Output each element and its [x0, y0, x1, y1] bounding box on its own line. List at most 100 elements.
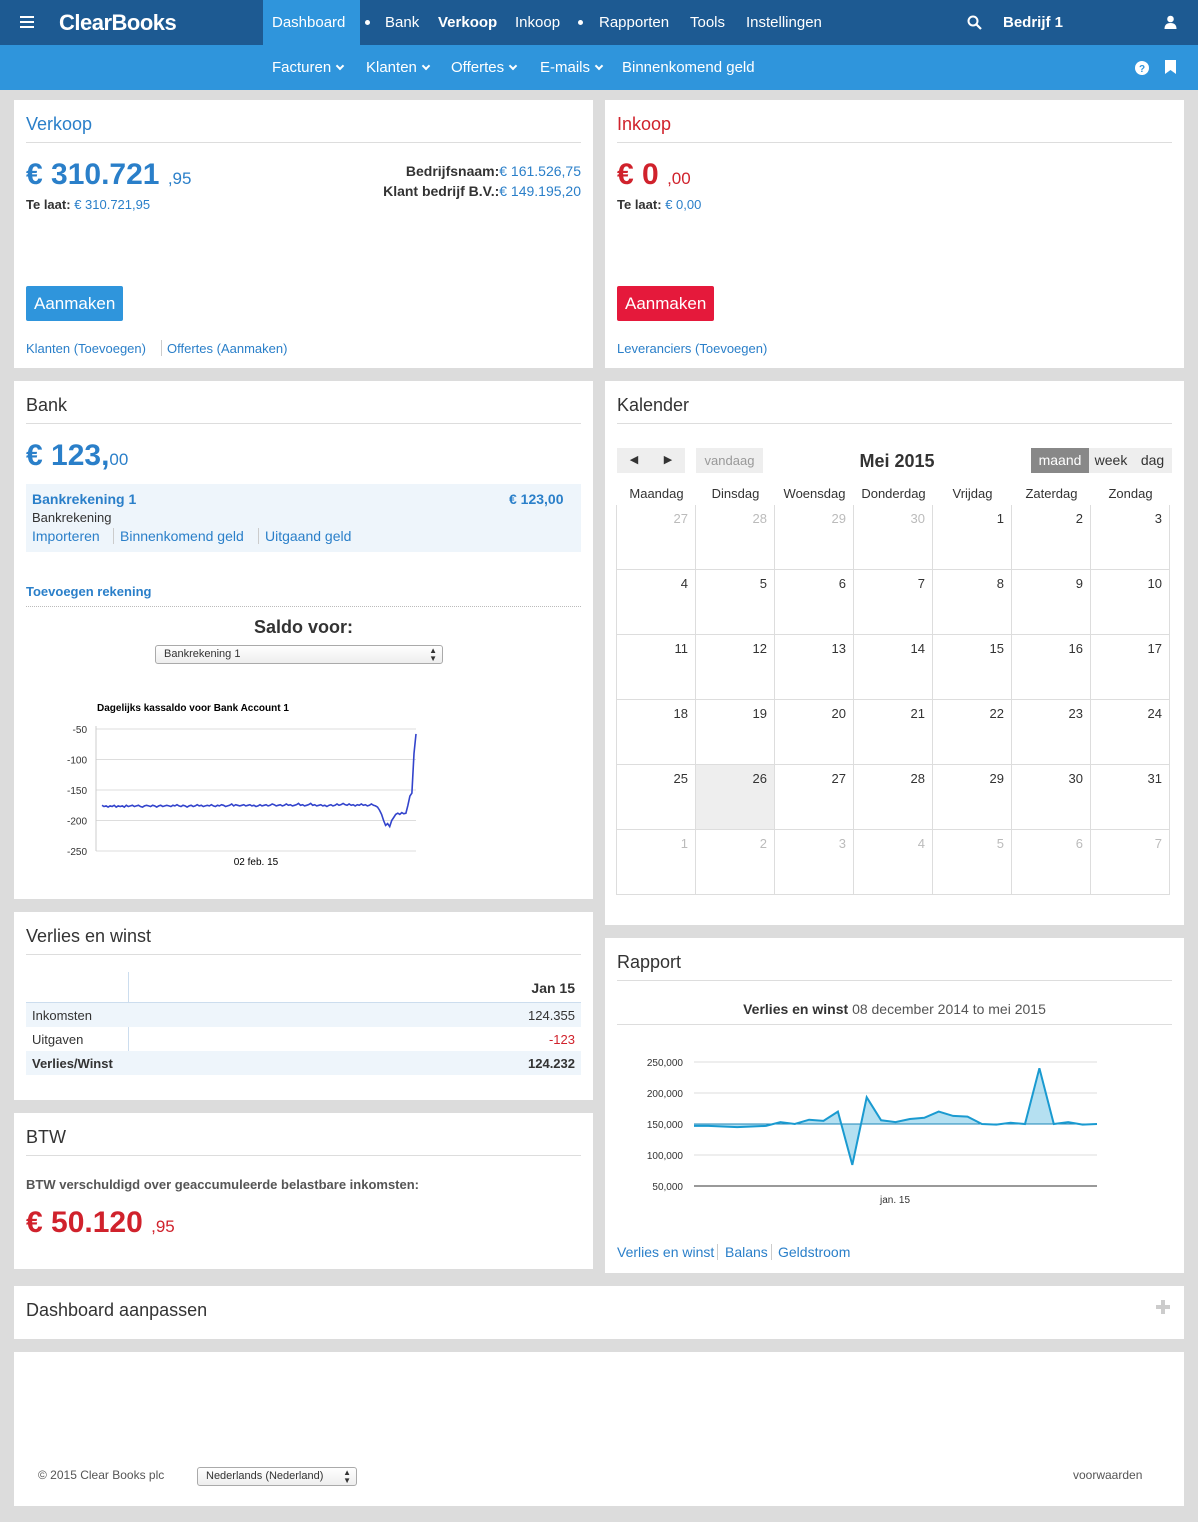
day-number: 8 — [996, 576, 1004, 591]
calendar-day[interactable]: 2 — [696, 830, 775, 895]
search-icon[interactable] — [967, 15, 982, 30]
report-link-balans[interactable]: Balans — [725, 1244, 768, 1260]
calendar-day[interactable]: 22 — [933, 700, 1012, 765]
table-row — [26, 1003, 581, 1027]
import-link[interactable]: Importeren — [32, 528, 100, 544]
outgoing-money-link[interactable]: Uitgaand geld — [265, 528, 351, 544]
nav-item-tools[interactable]: Tools — [690, 0, 725, 45]
calendar-day[interactable]: 13 — [775, 635, 854, 700]
calendar-day[interactable]: 7 — [1091, 830, 1170, 895]
brand-logo[interactable]: ClearBooks — [59, 0, 177, 45]
calendar-day[interactable]: 4 — [617, 570, 696, 635]
day-number: 28 — [752, 511, 767, 526]
klanten-link[interactable]: Klanten (Toevoegen) — [26, 341, 146, 356]
calendar-day[interactable]: 29 — [775, 505, 854, 570]
late-value-link[interactable]: € 310.721,95 — [74, 197, 150, 212]
chevron-down-icon — [335, 61, 345, 71]
calendar-day[interactable]: 31 — [1091, 765, 1170, 830]
calendar-day[interactable]: 30 — [854, 505, 933, 570]
inkoop-create-button[interactable]: Aanmaken — [617, 286, 715, 321]
calendar-day[interactable]: 24 — [1091, 700, 1170, 765]
menu-icon[interactable] — [20, 16, 34, 28]
calendar-day[interactable]: 5 — [933, 830, 1012, 895]
subnav-binnenkomend-geld[interactable]: Binnenkomend geld — [622, 45, 755, 90]
bank-account-link[interactable]: Bankrekening 1 — [32, 491, 136, 507]
view-month-button[interactable]: maand — [1031, 448, 1089, 473]
day-number: 20 — [831, 706, 846, 721]
view-week-button[interactable]: week — [1089, 448, 1133, 473]
calendar-day[interactable]: 25 — [617, 765, 696, 830]
day-number: 30 — [1068, 771, 1083, 786]
calendar-day[interactable]: 15 — [933, 635, 1012, 700]
calendar-day[interactable]: 3 — [775, 830, 854, 895]
subnav-emails[interactable]: E-mails — [540, 45, 604, 90]
calendar-day[interactable]: 5 — [696, 570, 775, 635]
nav-item-dashboard[interactable]: Dashboard — [272, 0, 345, 45]
account-select[interactable]: Bankrekening 1 ▲ ▼ — [155, 645, 443, 664]
calendar-day[interactable]: 9 — [1012, 570, 1091, 635]
nav-item-instellingen[interactable]: Instellingen — [746, 0, 822, 45]
calendar-day[interactable]: 28 — [696, 505, 775, 570]
calendar-day[interactable]: 27 — [775, 765, 854, 830]
terms-link[interactable]: voorwaarden — [1073, 1468, 1142, 1482]
nav-item-inkoop[interactable]: Inkoop — [515, 0, 560, 45]
calendar-day[interactable]: 14 — [854, 635, 933, 700]
calendar-day[interactable]: 29 — [933, 765, 1012, 830]
day-number: 18 — [673, 706, 688, 721]
calendar-day[interactable]: 10 — [1091, 570, 1170, 635]
bookmark-icon[interactable] — [1165, 60, 1176, 74]
calendar-day[interactable]: 8 — [933, 570, 1012, 635]
calendar-day[interactable]: 20 — [775, 700, 854, 765]
calendar-day[interactable]: 27 — [617, 505, 696, 570]
subnav-facturen[interactable]: Facturen — [272, 45, 345, 90]
report-link-verlies[interactable]: Verlies en winst — [617, 1244, 714, 1260]
subnav-label: Klanten — [366, 59, 417, 76]
late-value-link[interactable]: € 0,00 — [665, 197, 701, 212]
calendar-day[interactable]: 19 — [696, 700, 775, 765]
calendar-day[interactable]: 6 — [775, 570, 854, 635]
leveranciers-link[interactable]: Leveranciers (Toevoegen) — [617, 341, 767, 356]
calendar-day[interactable]: 3 — [1091, 505, 1170, 570]
calendar-day[interactable]: 12 — [696, 635, 775, 700]
calendar-day[interactable]: 18 — [617, 700, 696, 765]
language-select[interactable]: Nederlands (Nederland) ▲ ▼ — [197, 1467, 357, 1486]
calendar-day[interactable]: 17 — [1091, 635, 1170, 700]
day-number: 7 — [917, 576, 925, 591]
day-number: 9 — [1075, 576, 1083, 591]
calendar-day[interactable]: 23 — [1012, 700, 1091, 765]
calendar-day[interactable]: 1 — [933, 505, 1012, 570]
calendar-day[interactable]: 11 — [617, 635, 696, 700]
weekday-header: Donderdag — [861, 486, 926, 501]
offertes-link[interactable]: Offertes (Aanmaken) — [167, 341, 287, 356]
add-account-link[interactable]: Toevoegen rekening — [26, 584, 151, 599]
nav-item-verkoop[interactable]: Verkoop — [438, 0, 497, 45]
subnav-klanten[interactable]: Klanten — [366, 45, 431, 90]
calendar-day[interactable]: 16 — [1012, 635, 1091, 700]
day-number: 13 — [831, 641, 846, 656]
verkoop-create-button[interactable]: Aanmaken — [26, 286, 124, 321]
subnav-offertes[interactable]: Offertes — [451, 45, 518, 90]
calendar-day[interactable]: 26 — [696, 765, 775, 830]
calendar-day[interactable]: 1 — [617, 830, 696, 895]
report-link-geldstroom[interactable]: Geldstroom — [778, 1244, 850, 1260]
nav-item-rapporten[interactable]: Rapporten — [599, 0, 669, 45]
calendar-day[interactable]: 2 — [1012, 505, 1091, 570]
help-icon[interactable]: ? — [1135, 61, 1149, 75]
incoming-money-link[interactable]: Binnenkomend geld — [120, 528, 244, 544]
calendar-day[interactable]: 4 — [854, 830, 933, 895]
nav-item-bank[interactable]: Bank — [385, 0, 419, 45]
calendar-day[interactable]: 21 — [854, 700, 933, 765]
customer-value-link[interactable]: € 149.195,20 — [499, 183, 581, 199]
user-icon[interactable] — [1164, 15, 1177, 29]
calendar-day[interactable]: 30 — [1012, 765, 1091, 830]
company-switcher[interactable]: Bedrijf 1 — [1003, 0, 1063, 45]
customer-value-link[interactable]: € 161.526,75 — [499, 163, 581, 179]
calendar-day[interactable]: 7 — [854, 570, 933, 635]
view-day-button[interactable]: dag — [1133, 448, 1172, 473]
plus-icon[interactable] — [1156, 1300, 1170, 1314]
amount-cents: ,95 — [151, 1217, 175, 1236]
calendar-day[interactable]: 28 — [854, 765, 933, 830]
day-number: 31 — [1147, 771, 1162, 786]
amount-cents: ,00 — [667, 169, 691, 188]
calendar-day[interactable]: 6 — [1012, 830, 1091, 895]
